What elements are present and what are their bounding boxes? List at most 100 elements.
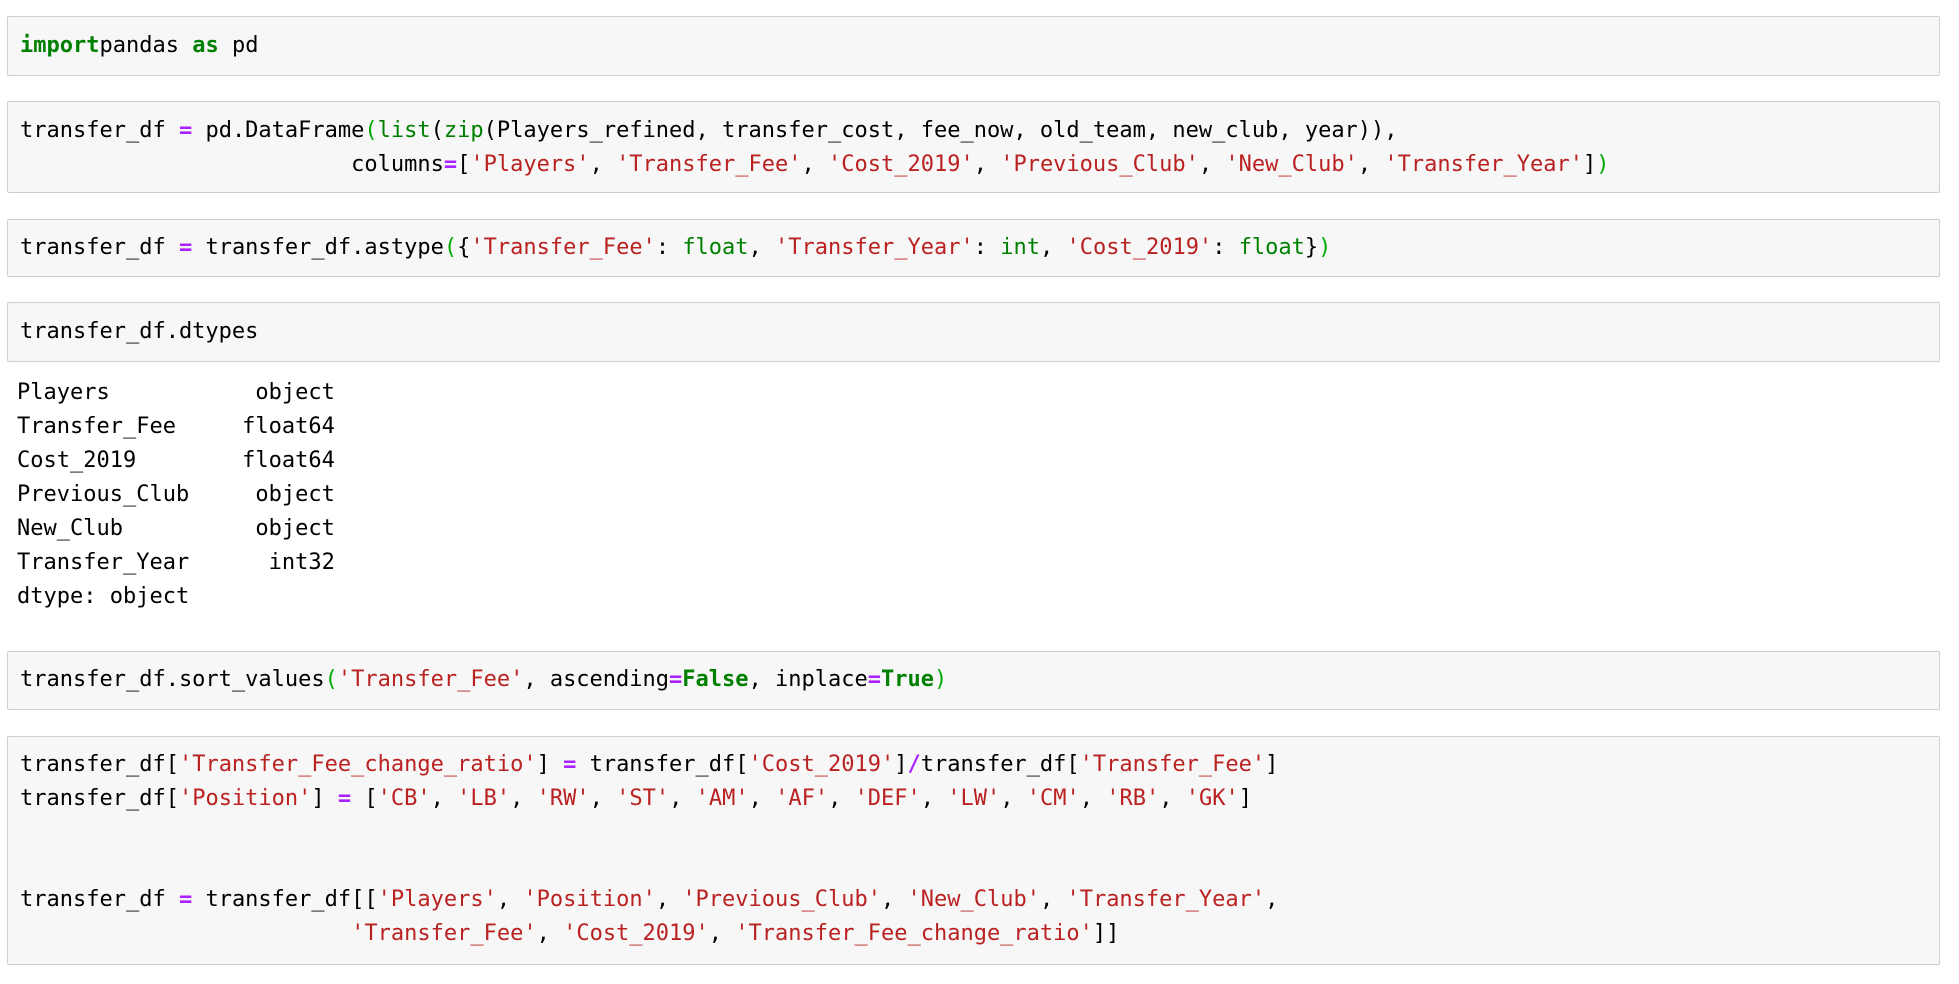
- code-token: ]]: [1092, 921, 1120, 946]
- string-token: 'CB': [377, 786, 431, 811]
- builtin-token: list: [377, 118, 431, 143]
- code-token: (Players_refined, transfer_cost, fee_now…: [483, 118, 1398, 143]
- paren-token: ): [933, 667, 948, 692]
- code-line: columns=['Players', 'Transfer_Fee', 'Cos…: [20, 148, 1610, 182]
- operator-token: =: [669, 667, 683, 692]
- operator-token: =: [867, 667, 881, 692]
- code-token: transfer_df: [20, 118, 179, 143]
- code-token: ,: [655, 887, 683, 912]
- code-token: ,: [510, 786, 537, 811]
- paren-token: (: [324, 667, 338, 692]
- string-token: 'CM': [1026, 786, 1080, 811]
- output-line: Transfer_Fee float64: [17, 414, 335, 439]
- code-line: transfer_df = pd.DataFrame(list(zip(Play…: [20, 114, 1398, 148]
- builtin-token: float: [682, 235, 749, 260]
- output-line: Transfer_Year int32: [17, 550, 335, 575]
- string-token: 'Cost_2019': [748, 752, 895, 777]
- code-token: transfer_df[[: [192, 887, 378, 912]
- code-token: {: [457, 235, 471, 260]
- string-token: 'Transfer_Year': [1384, 152, 1584, 177]
- code-token: ,: [1000, 786, 1027, 811]
- code-token: ,: [589, 786, 617, 811]
- paren-token: ): [1318, 235, 1332, 260]
- string-token: 'Players': [470, 152, 590, 177]
- code-token: ,: [801, 152, 828, 177]
- output-line: Players object: [17, 380, 335, 405]
- string-token: 'Transfer_Year': [775, 235, 974, 260]
- output-line: New_Club object: [17, 516, 335, 541]
- code-token: , inplace: [748, 667, 868, 692]
- code-token: ,: [828, 786, 855, 811]
- code-token: ,: [1357, 152, 1385, 177]
- paren-token: ): [1596, 152, 1610, 177]
- builtin-token: int: [1000, 235, 1040, 260]
- code-token: (: [430, 118, 444, 143]
- code-token: columns: [20, 152, 444, 177]
- code-token: ,: [1159, 786, 1186, 811]
- code-cell-import[interactable]: importpandas as pd: [7, 16, 1940, 76]
- code-token: transfer_df[: [920, 752, 1080, 777]
- code-token: transfer_df: [20, 235, 179, 260]
- string-token: 'Previous_Club': [682, 887, 881, 912]
- code-token: ,: [748, 786, 776, 811]
- code-cell-sort[interactable]: transfer_df.sort_values('Transfer_Fee' , …: [7, 651, 1940, 710]
- code-token: ,: [973, 152, 1001, 177]
- code-token: ,: [1265, 887, 1279, 912]
- string-token: 'Transfer_Fee': [337, 667, 524, 692]
- string-token: 'Position': [523, 887, 656, 912]
- string-token: 'RB': [1106, 786, 1160, 811]
- code-token: ]: [894, 752, 908, 777]
- code-line: transfer_df = transfer_df.astype({'Trans…: [20, 231, 1331, 265]
- code-token: transfer_df[: [20, 752, 179, 777]
- code-line: 'Transfer_Fee', 'Cost_2019', 'Transfer_F…: [20, 917, 1119, 951]
- paren-token: (: [364, 118, 378, 143]
- string-token: 'Transfer_Fee_change_ratio': [178, 752, 537, 777]
- string-token: 'Previous_Club': [1000, 152, 1199, 177]
- string-token: 'Transfer_Fee_change_ratio': [735, 921, 1093, 946]
- code-token: ,: [589, 152, 617, 177]
- code-token: pandas: [99, 33, 193, 58]
- code-token: pd: [218, 33, 259, 58]
- code-cell-dataframe[interactable]: transfer_df = pd.DataFrame(list(zip(Play…: [7, 101, 1940, 193]
- string-token: 'New_Club': [1225, 152, 1358, 177]
- code-cell-ratio[interactable]: transfer_df['Transfer_Fee_change_ratio']…: [7, 736, 1940, 965]
- code-line: transfer_df['Transfer_Fee_change_ratio']…: [20, 748, 1278, 782]
- code-token: transfer_df.astype: [192, 235, 444, 260]
- code-token: ]: [311, 786, 338, 811]
- code-token: transfer_df[: [20, 786, 179, 811]
- keyword-token: True: [880, 667, 934, 692]
- code-token: ,: [748, 235, 776, 260]
- string-token: 'Cost_2019': [1066, 235, 1213, 260]
- code-token: ]: [536, 752, 564, 777]
- code-token: transfer_df.sort_values: [20, 667, 325, 692]
- keyword-token: import: [20, 33, 100, 58]
- code-token: [: [457, 152, 471, 177]
- builtin-token: float: [1238, 235, 1305, 260]
- code-line: importpandas as pd: [20, 29, 258, 63]
- string-token: 'New_Club': [907, 887, 1040, 912]
- string-token: 'Position': [178, 786, 312, 811]
- string-token: 'AF': [775, 786, 829, 811]
- code-token: ,: [496, 887, 524, 912]
- string-token: 'Transfer_Fee': [1079, 752, 1266, 777]
- string-token: 'Players': [377, 887, 497, 912]
- keyword-token: as: [192, 33, 219, 58]
- string-token: 'AM': [695, 786, 749, 811]
- operator-token: =: [443, 152, 458, 177]
- code-token: :: [1212, 235, 1239, 260]
- operator-token: =: [337, 786, 352, 811]
- code-line: transfer_df = transfer_df[['Players', 'P…: [20, 883, 1278, 917]
- operator-token: =: [563, 752, 577, 777]
- code-token: ,: [1039, 235, 1067, 260]
- code-line: transfer_df['Position'] = ['CB', 'LB', '…: [20, 782, 1252, 816]
- code-cell-astype[interactable]: transfer_df = transfer_df.astype({'Trans…: [7, 219, 1940, 277]
- code-token: transfer_df[: [576, 752, 749, 777]
- code-token: transfer_df: [20, 887, 179, 912]
- code-token: ,: [430, 786, 458, 811]
- code-cell-dtypes[interactable]: transfer_df.dtypes: [7, 302, 1940, 362]
- output-line: Previous_Club object: [17, 482, 335, 507]
- string-token: 'Cost_2019': [563, 921, 709, 946]
- string-token: 'LB': [457, 786, 511, 811]
- string-token: 'GK': [1185, 786, 1239, 811]
